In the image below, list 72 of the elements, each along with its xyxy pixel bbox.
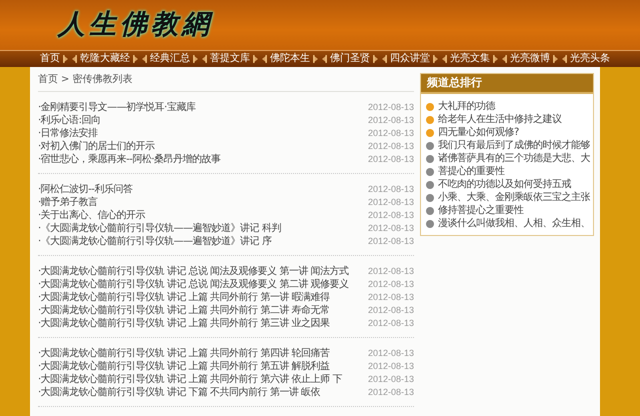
divider-ornament-icon xyxy=(253,54,267,64)
article-date: 2012-08-13 xyxy=(368,114,414,127)
article-link[interactable]: ·对初入佛门的居士们的开示 xyxy=(38,140,155,153)
article-date: 2012-08-13 xyxy=(368,196,414,209)
ranking-link[interactable]: 不吃肉的功德以及如何受持五戒 xyxy=(438,178,571,191)
nav-link[interactable]: 光亮文集 xyxy=(450,52,490,66)
article-date: 2012-08-13 xyxy=(368,373,414,386)
article-date: 2012-08-13 xyxy=(368,317,414,330)
article-link[interactable]: ·金刚精要引导文——初学悦耳·宝藏库 xyxy=(38,101,196,114)
nav-link[interactable]: 佛门圣贤 xyxy=(330,52,370,66)
article-date: 2012-08-13 xyxy=(368,140,414,153)
article-link[interactable]: ·大圆满龙钦心髓前行引导仪轨 讲记 上篇 共同外前行 第五讲 解脱利益 xyxy=(38,360,330,373)
divider-ornament-icon xyxy=(193,54,207,64)
article-date: 2012-08-13 xyxy=(368,222,414,235)
article-link[interactable]: ·大圆满龙钦心髓前行引导仪轨 讲记 总说 闻法及观修要义 第二讲 观修要义 xyxy=(38,278,349,291)
divider-ornament-icon xyxy=(373,54,387,64)
nav-link[interactable]: 佛陀本生 xyxy=(270,52,310,66)
nav-link[interactable]: 光亮微博 xyxy=(510,52,550,66)
article-date: 2012-08-13 xyxy=(368,153,414,166)
article-link[interactable]: ·大圆满龙钦心髓前行引导仪轨 讲记 下篇 不共同内前行 第一讲 皈依 xyxy=(38,386,320,399)
divider-ornament-icon xyxy=(63,54,77,64)
article-date: 2012-08-13 xyxy=(368,360,414,373)
article-link[interactable]: ·大圆满龙钦心髓前行引导仪轨 讲记 总说 闻法及观修要义 第一讲 闻法方式 xyxy=(38,265,349,278)
article-link[interactable]: ·关于出离心、信心的开示 xyxy=(38,209,146,222)
breadcrumb-separator: > xyxy=(61,74,70,86)
article-date: 2012-08-13 xyxy=(368,183,414,196)
article-date: 2012-08-13 xyxy=(368,278,414,291)
article-link[interactable]: ·宿世悲心，乘愿再来--阿松·桑昂丹增的故事 xyxy=(38,153,221,166)
ranking-link[interactable]: 大礼拜的功德 xyxy=(438,100,495,113)
divider-ornament-icon xyxy=(553,54,567,64)
ranking-link[interactable]: 诸佛菩萨具有的三个功德是大悲、大 xyxy=(438,152,590,165)
ranking-link[interactable]: 我们只有最后到了成佛的时候才能够 xyxy=(438,139,590,152)
article-link[interactable]: ·日常修法安排 xyxy=(38,127,98,140)
article-date: 2012-08-13 xyxy=(368,127,414,140)
nav-link[interactable]: 四众讲堂 xyxy=(390,52,430,66)
article-date: 2012-08-13 xyxy=(368,386,414,399)
divider-ornament-icon xyxy=(493,54,507,64)
divider-ornament-icon xyxy=(313,54,327,64)
article-date: 2012-08-13 xyxy=(368,347,414,360)
nav-link[interactable]: 首页 xyxy=(40,52,60,66)
nav-link[interactable]: 经典汇总 xyxy=(150,52,190,66)
ranking-link[interactable]: 小乘、大乘、金刚乘皈依三宝之主张 xyxy=(438,191,590,204)
article-link[interactable]: ·《大圆满龙钦心髓前行引导仪轨——遍智妙道》讲记 科判 xyxy=(38,222,281,235)
article-link[interactable]: ·大圆满龙钦心髓前行引导仪轨 讲记 上篇 共同外前行 第四讲 轮回痛苦 xyxy=(38,347,330,360)
article-date: 2012-08-13 xyxy=(368,304,414,317)
ranking-link[interactable]: 四无量心如何观修? xyxy=(438,126,519,139)
ranking-link[interactable]: 漫谈什么叫做我相、人相、众生相、 xyxy=(438,217,590,230)
article-link[interactable]: ·《大圆满龙钦心髓前行引导仪轨——遍智妙道》讲记 序 xyxy=(38,235,272,248)
nav-link[interactable]: 光亮头条 xyxy=(570,52,610,66)
nav-link[interactable]: 乾隆大藏经 xyxy=(80,52,130,66)
article-link[interactable]: ·利乐心语:回向 xyxy=(38,114,101,127)
article-link[interactable]: ·大圆满龙钦心髓前行引导仪轨 讲记 上篇 共同外前行 第二讲 寿命无常 xyxy=(38,304,330,317)
article-date: 2012-08-13 xyxy=(368,209,414,222)
article-link[interactable]: ·赠予弟子教言 xyxy=(38,196,98,209)
article-date: 2012-08-13 xyxy=(368,291,414,304)
article-link[interactable]: ·阿松仁波切--利乐问答 xyxy=(38,183,132,196)
ranking-link[interactable]: 给老年人在生活中修持之建议 xyxy=(438,113,562,126)
divider-ornament-icon xyxy=(133,54,147,64)
article-date: 2012-08-13 xyxy=(368,265,414,278)
nav-link[interactable]: 菩提文库 xyxy=(210,52,250,66)
ranking-link[interactable]: 菩提心的重要性 xyxy=(438,165,504,178)
site-logo[interactable]: 人生佛教網 xyxy=(58,8,213,42)
article-date: 2012-08-13 xyxy=(368,101,414,114)
breadcrumb-current: 密传佛教列表 xyxy=(72,74,132,86)
article-date: 2012-08-13 xyxy=(368,235,414,248)
breadcrumb-link[interactable]: 首页 xyxy=(38,74,58,86)
ranking-link[interactable]: 修持菩提心之重要性 xyxy=(438,204,524,217)
panel-title: 频道总排行 xyxy=(421,74,593,94)
article-link[interactable]: ·大圆满龙钦心髓前行引导仪轨 讲记 上篇 共同外前行 第六讲 依止上师 下 xyxy=(38,373,342,386)
article-link[interactable]: ·大圆满龙钦心髓前行引导仪轨 讲记 上篇 共同外前行 第三讲 业之因果 xyxy=(38,317,330,330)
divider-ornament-icon xyxy=(433,54,447,64)
article-link[interactable]: ·大圆满龙钦心髓前行引导仪轨 讲记 上篇 共同外前行 第一讲 暇满难得 xyxy=(38,291,330,304)
